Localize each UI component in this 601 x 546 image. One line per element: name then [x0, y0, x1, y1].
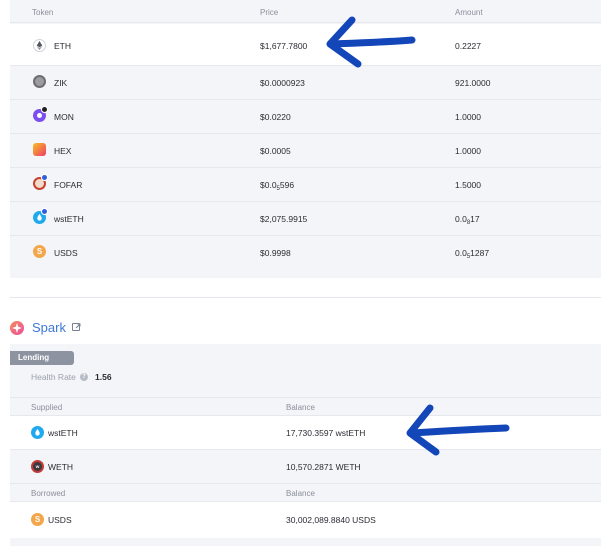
usds-icon: S [31, 513, 44, 526]
usds-icon: S [33, 245, 46, 258]
token-price: $1,677.7800 [260, 41, 308, 51]
token-amount: 0.2227 [455, 41, 481, 51]
spark-logo-icon [10, 321, 24, 335]
spark-title: Spark [32, 320, 66, 335]
col-token-header: Token [32, 8, 54, 17]
asset-symbol: USDS [48, 515, 72, 525]
health-rate-label: Health Rate [31, 372, 76, 382]
token-row-eth[interactable]: ETH $1,677.7800 0.2227 [10, 24, 601, 66]
info-icon[interactable]: ? [80, 373, 88, 381]
token-row-wsteth[interactable]: wstETH $2,075.9915 0.0817 [10, 202, 601, 236]
asset-symbol: WETH [48, 462, 74, 472]
token-symbol: ETH [54, 41, 71, 51]
token-row-zik[interactable]: ZIK $0.0000923 921.0000 [10, 66, 601, 100]
asset-symbol: wstETH [48, 428, 78, 438]
borrowed-row-usds[interactable]: S USDS 30,002,089.8840 USDS [10, 502, 601, 538]
zik-icon [33, 75, 46, 88]
spark-lending-panel: Lending Health Rate ? 1.56 Supplied Bala… [10, 344, 601, 546]
spark-protocol-header[interactable]: Spark [10, 320, 90, 338]
token-symbol: wstETH [54, 214, 84, 224]
token-price: $0.9998 [260, 248, 291, 258]
asset-balance: 10,570.2871 WETH [286, 462, 361, 472]
section-divider [10, 297, 601, 298]
token-symbol: USDS [54, 248, 78, 258]
table-header: Token Price Amount [10, 0, 601, 23]
token-symbol: HEX [54, 146, 72, 156]
wsteth-icon [31, 426, 44, 439]
token-amount: 0.0817 [455, 214, 480, 226]
token-price: $0.0000923 [260, 78, 305, 88]
borrowed-header: Borrowed Balance [10, 484, 601, 502]
annotation-arrow-icon [406, 404, 510, 456]
token-symbol: MON [54, 112, 74, 122]
chain-badge-icon [41, 208, 48, 215]
token-amount: 0.051287 [455, 248, 490, 260]
eth-icon [33, 39, 46, 52]
supplied-row-weth[interactable]: W WETH 10,570.2871 WETH [10, 450, 601, 484]
asset-balance: 17,730.3597 wstETH [286, 428, 366, 438]
token-amount: 1.5000 [455, 180, 481, 190]
supplied-row-wsteth[interactable]: wstETH 17,730.3597 wstETH [10, 416, 601, 450]
balance-label: Balance [286, 403, 315, 412]
chain-badge-icon [41, 174, 48, 181]
token-price: $0.0005 [260, 146, 291, 156]
token-symbol: ZIK [54, 78, 68, 88]
col-price-header: Price [260, 8, 279, 17]
token-row-mon[interactable]: MON $0.0220 1.0000 [10, 100, 601, 134]
supplied-label: Supplied [31, 403, 63, 412]
token-row-fofar[interactable]: FOFAR $0.05596 1.5000 [10, 168, 601, 202]
supplied-header: Supplied Balance [10, 397, 601, 416]
token-price: $2,075.9915 [260, 214, 308, 224]
token-amount: 1.0000 [455, 146, 481, 156]
hex-icon [33, 143, 46, 156]
lending-tag: Lending [10, 351, 74, 365]
asset-balance: 30,002,089.8840 USDS [286, 515, 376, 525]
weth-icon: W [31, 460, 44, 473]
token-amount: 1.0000 [455, 112, 481, 122]
external-link-icon[interactable] [72, 323, 81, 331]
token-symbol: FOFAR [54, 180, 83, 190]
token-row-usds[interactable]: S USDS $0.9998 0.051287 [10, 236, 601, 270]
balance-label: Balance [286, 489, 315, 498]
col-amount-header: Amount [455, 8, 483, 17]
token-price: $0.0220 [260, 112, 291, 122]
token-price: $0.05596 [260, 180, 295, 192]
token-amount: 921.0000 [455, 78, 491, 88]
health-rate-value: 1.56 [95, 372, 112, 382]
wallet-token-table: Token Price Amount ETH $1,677.7800 0.222… [10, 0, 601, 278]
annotation-arrow-icon [326, 16, 416, 68]
chain-badge-icon [41, 106, 48, 113]
token-row-hex[interactable]: HEX $0.0005 1.0000 [10, 134, 601, 168]
borrowed-label: Borrowed [31, 489, 66, 498]
